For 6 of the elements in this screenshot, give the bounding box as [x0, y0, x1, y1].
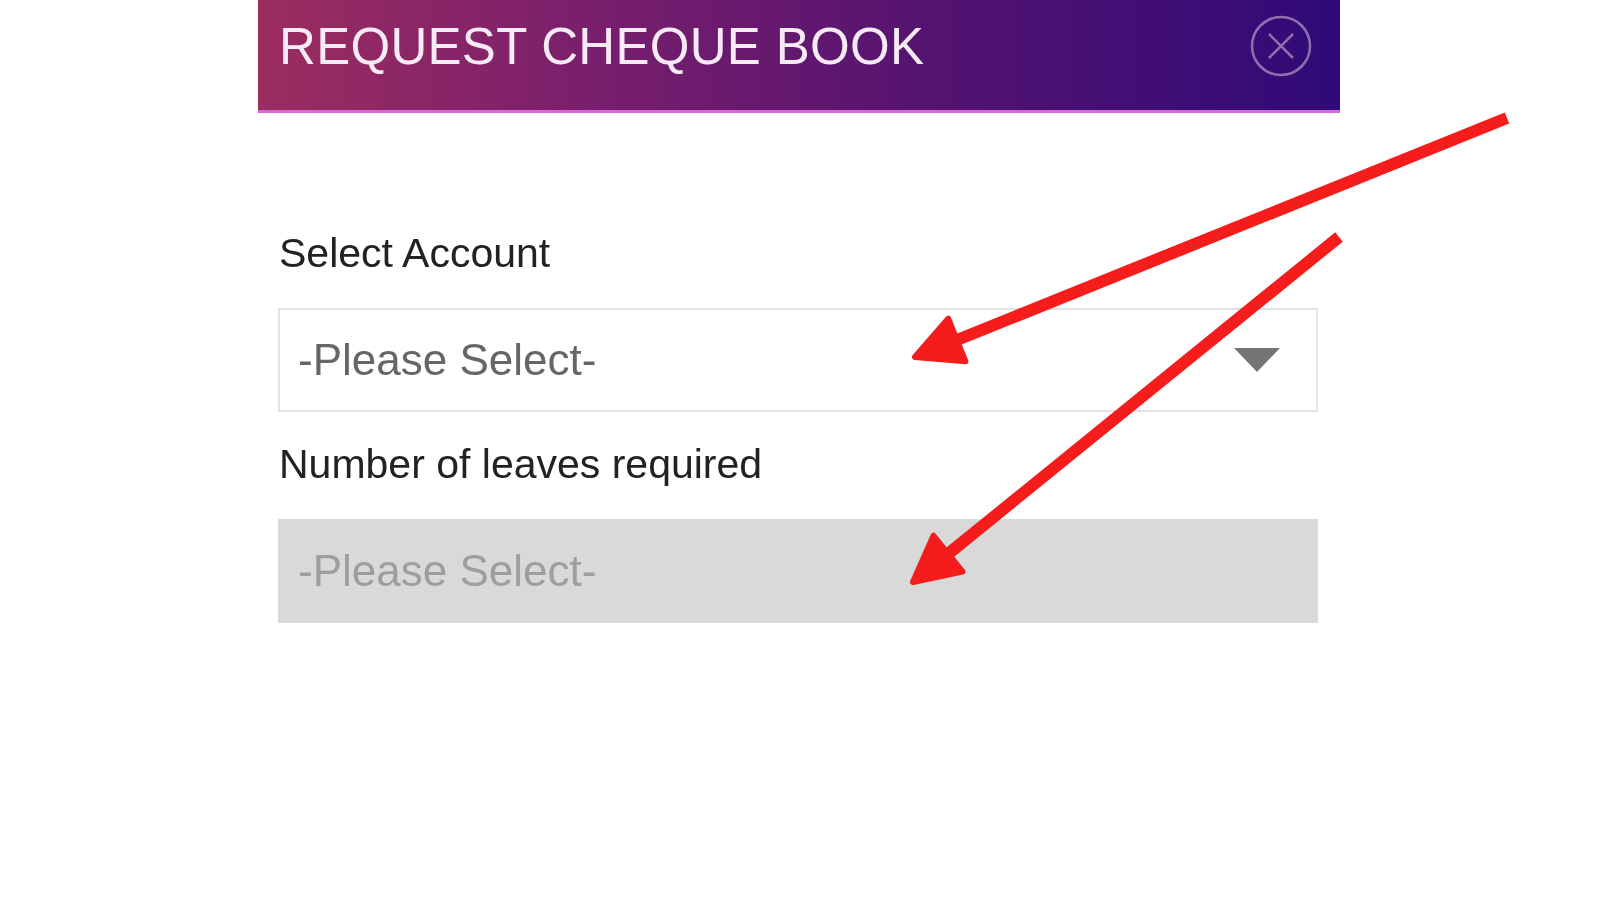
field-label: Number of leaves required	[279, 440, 764, 488]
field-label: Select Account	[279, 229, 552, 277]
caret-icon	[1234, 348, 1280, 372]
dialog-title: REQUEST CHEQUE BOOK	[279, 20, 925, 72]
close-icon[interactable]	[1250, 15, 1312, 77]
dropdown-field[interactable]: -Please Select-	[278, 308, 1318, 412]
